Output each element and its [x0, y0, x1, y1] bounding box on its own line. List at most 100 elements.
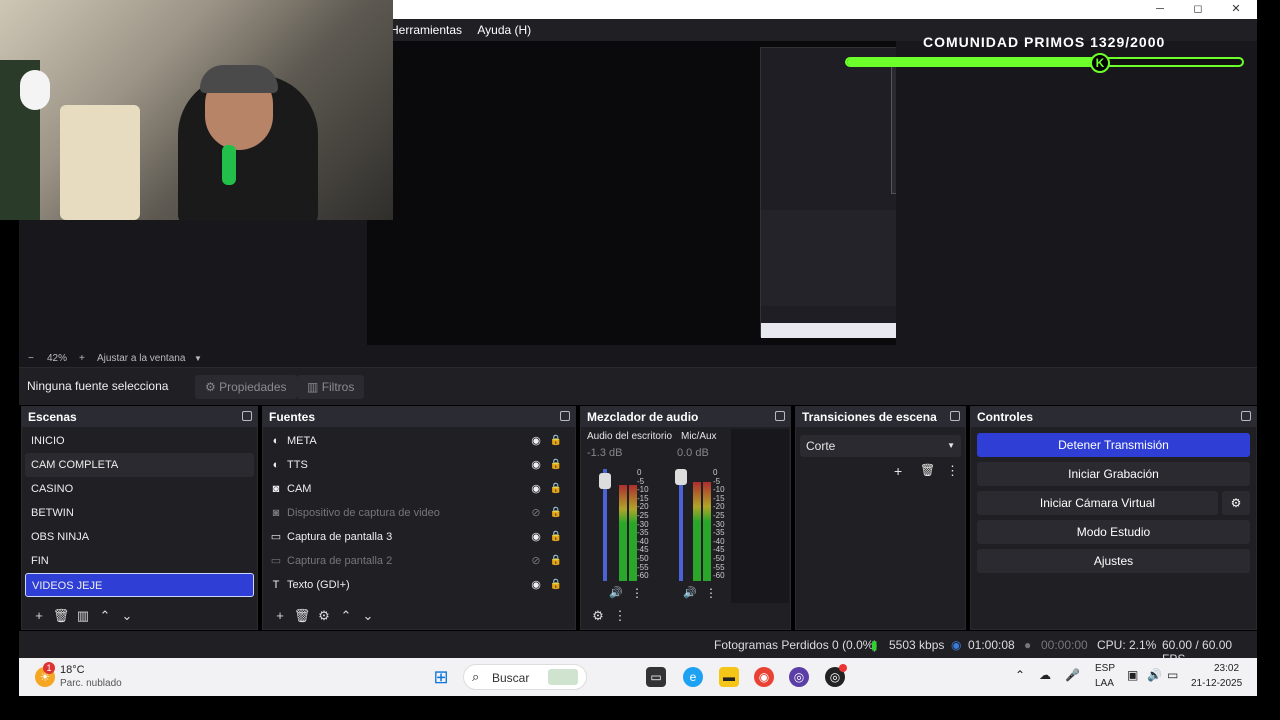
source-item[interactable]: ▭ Captura de pantalla 2 ⊘ 🔒: [263, 549, 575, 573]
trash-icon[interactable]: 🗑: [291, 603, 313, 629]
search-box[interactable]: ⌕ Buscar: [463, 664, 587, 690]
clock-date[interactable]: 21-12-2025: [1191, 678, 1242, 689]
zoom-in-button[interactable]: +: [79, 353, 85, 364]
bitrate: 5503 kbps: [889, 638, 945, 652]
nested-screen-capture: [760, 47, 896, 338]
undock-icon[interactable]: [950, 411, 960, 421]
folder-icon[interactable]: ▬: [719, 667, 739, 687]
kebab-icon[interactable]: ⋮: [609, 603, 631, 629]
undock-icon[interactable]: [560, 411, 570, 421]
windows-start-icon[interactable]: ⊞: [431, 667, 451, 687]
transition-select[interactable]: Corte ▼: [800, 435, 961, 457]
virtual-cam-button[interactable]: Iniciar Cámara Virtual: [977, 491, 1218, 515]
desktop-meter-left: [619, 485, 627, 581]
up-arrow-icon[interactable]: ⌃: [94, 603, 116, 629]
source-item[interactable]: ◙ Dispositivo de captura de video ⊘ 🔒: [263, 501, 575, 525]
clock-time[interactable]: 23:02: [1214, 663, 1239, 674]
lock-icon[interactable]: 🔒: [549, 429, 563, 453]
up-arrow-icon[interactable]: ⌃: [335, 603, 357, 629]
scene-item[interactable]: FIN: [25, 549, 254, 573]
camera-icon: ◙: [272, 483, 280, 495]
zoom-out-button[interactable]: −: [28, 353, 34, 364]
scene-item[interactable]: BETWIN: [25, 501, 254, 525]
gear-icon[interactable]: ⚙: [313, 603, 335, 629]
scene-item[interactable]: OBS NINJA: [25, 525, 254, 549]
sources-dock: Fuentes ◐ META ◉ 🔒 ◐ TTS ◉ 🔒 ◙ CAM ◉ 🔒 ◙ Dispositivo …: [262, 406, 576, 630]
source-item[interactable]: ◐ META ◉ 🔒: [263, 429, 575, 453]
settings-button[interactable]: Ajustes: [977, 549, 1250, 573]
mic-volume-slider[interactable]: [679, 469, 683, 581]
scene-item[interactable]: CASINO: [25, 477, 254, 501]
desktop-speaker-icon[interactable]: 🔊: [609, 586, 623, 599]
lock-icon[interactable]: 🔒: [549, 525, 563, 549]
stop-stream-button[interactable]: Detener Transmisión: [977, 433, 1250, 457]
fit-window-label[interactable]: Ajustar a la ventana: [97, 353, 185, 364]
eye-icon[interactable]: ◉: [529, 525, 543, 549]
lock-icon[interactable]: 🔒: [549, 501, 563, 525]
menu-ayuda[interactable]: Ayuda (H): [477, 19, 531, 41]
close-button[interactable]: ✕: [1226, 2, 1246, 16]
filter-icon[interactable]: ▥: [72, 603, 94, 629]
cloud-icon[interactable]: ☁: [1039, 668, 1051, 682]
undock-icon[interactable]: [1241, 411, 1251, 421]
start-recording-button[interactable]: Iniciar Grabación: [977, 462, 1250, 486]
chevron-up-icon[interactable]: ⌃: [1015, 668, 1025, 682]
gear-icon[interactable]: ⚙: [587, 603, 609, 629]
eye-icon[interactable]: ◉: [529, 429, 543, 453]
trash-icon[interactable]: 🗑: [50, 603, 72, 629]
lock-icon[interactable]: 🔒: [549, 573, 563, 597]
source-item[interactable]: ◐ TTS ◉ 🔒: [263, 453, 575, 477]
source-toolbar: Ninguna fuente selecciona ⚙ Propiedades …: [19, 367, 1257, 405]
mic-menu-icon[interactable]: ⋮: [705, 586, 717, 600]
mic-speaker-icon[interactable]: 🔊: [683, 586, 697, 599]
source-item[interactable]: T Texto (GDI+) ◉ 🔒: [263, 573, 575, 597]
add-transition-icon[interactable]: +: [894, 463, 902, 479]
program-canvas[interactable]: [367, 41, 896, 345]
eye-icon[interactable]: ◉: [529, 453, 543, 477]
windows-taskbar: ☀ 1 18°C Parc. nublado ⊞ ⌕ Buscar ▭ e ▬ …: [19, 658, 1257, 696]
gear-icon[interactable]: ⚙: [1222, 491, 1250, 515]
studio-mode-button[interactable]: Modo Estudio: [977, 520, 1250, 544]
lock-icon[interactable]: 🔒: [549, 549, 563, 573]
menu-herramientas[interactable]: Herramientas: [390, 19, 462, 41]
task-view-icon[interactable]: ▭: [646, 667, 666, 687]
source-item[interactable]: ◙ CAM ◉ 🔒: [263, 477, 575, 501]
lock-icon[interactable]: 🔒: [549, 453, 563, 477]
battery-icon[interactable]: ▭: [1167, 668, 1178, 682]
scene-item[interactable]: VIDEOS JEJE: [25, 573, 254, 597]
desktop-menu-icon[interactable]: ⋮: [631, 586, 643, 600]
lang-top[interactable]: ESP: [1095, 663, 1115, 674]
maximize-button[interactable]: ◻: [1188, 2, 1208, 16]
scene-item[interactable]: INICIO: [25, 429, 254, 453]
filters-button[interactable]: ▥ Filtros: [297, 375, 365, 399]
cpu-usage: CPU: 2.1%: [1097, 638, 1157, 652]
desktop-volume-handle[interactable]: [599, 473, 611, 489]
eye-hidden-icon[interactable]: ⊘: [529, 549, 543, 573]
eye-icon[interactable]: ◉: [529, 573, 543, 597]
mic-volume-handle[interactable]: [675, 469, 687, 485]
undock-icon[interactable]: [242, 411, 252, 421]
add-scene-icon[interactable]: +: [28, 603, 50, 629]
scene-item[interactable]: CAM COMPLETA: [25, 453, 254, 477]
edge-icon[interactable]: e: [683, 667, 703, 687]
lock-icon[interactable]: 🔒: [549, 477, 563, 501]
kebab-icon[interactable]: ⋮: [946, 463, 959, 479]
monitor-icon: ▭: [270, 531, 282, 543]
volume-icon[interactable]: 🔊: [1147, 668, 1162, 682]
obs-icon[interactable]: ◎: [789, 667, 809, 687]
eye-hidden-icon[interactable]: ⊘: [529, 501, 543, 525]
chevron-down-icon[interactable]: ▼: [194, 354, 202, 363]
minimize-button[interactable]: ─: [1150, 2, 1170, 16]
eye-icon[interactable]: ◉: [529, 477, 543, 501]
down-arrow-icon[interactable]: ⌄: [116, 603, 138, 629]
trash-icon[interactable]: 🗑: [920, 463, 935, 477]
add-source-icon[interactable]: +: [269, 603, 291, 629]
chrome-icon[interactable]: ◉: [754, 667, 774, 687]
mic-icon[interactable]: 🎤: [1065, 668, 1080, 682]
down-arrow-icon[interactable]: ⌄: [357, 603, 379, 629]
undock-icon[interactable]: [775, 411, 785, 421]
lang-bottom[interactable]: LAA: [1095, 678, 1114, 689]
properties-button[interactable]: ⚙ Propiedades: [195, 375, 297, 399]
network-icon[interactable]: ▣: [1127, 668, 1138, 682]
source-item[interactable]: ▭ Captura de pantalla 3 ◉ 🔒: [263, 525, 575, 549]
